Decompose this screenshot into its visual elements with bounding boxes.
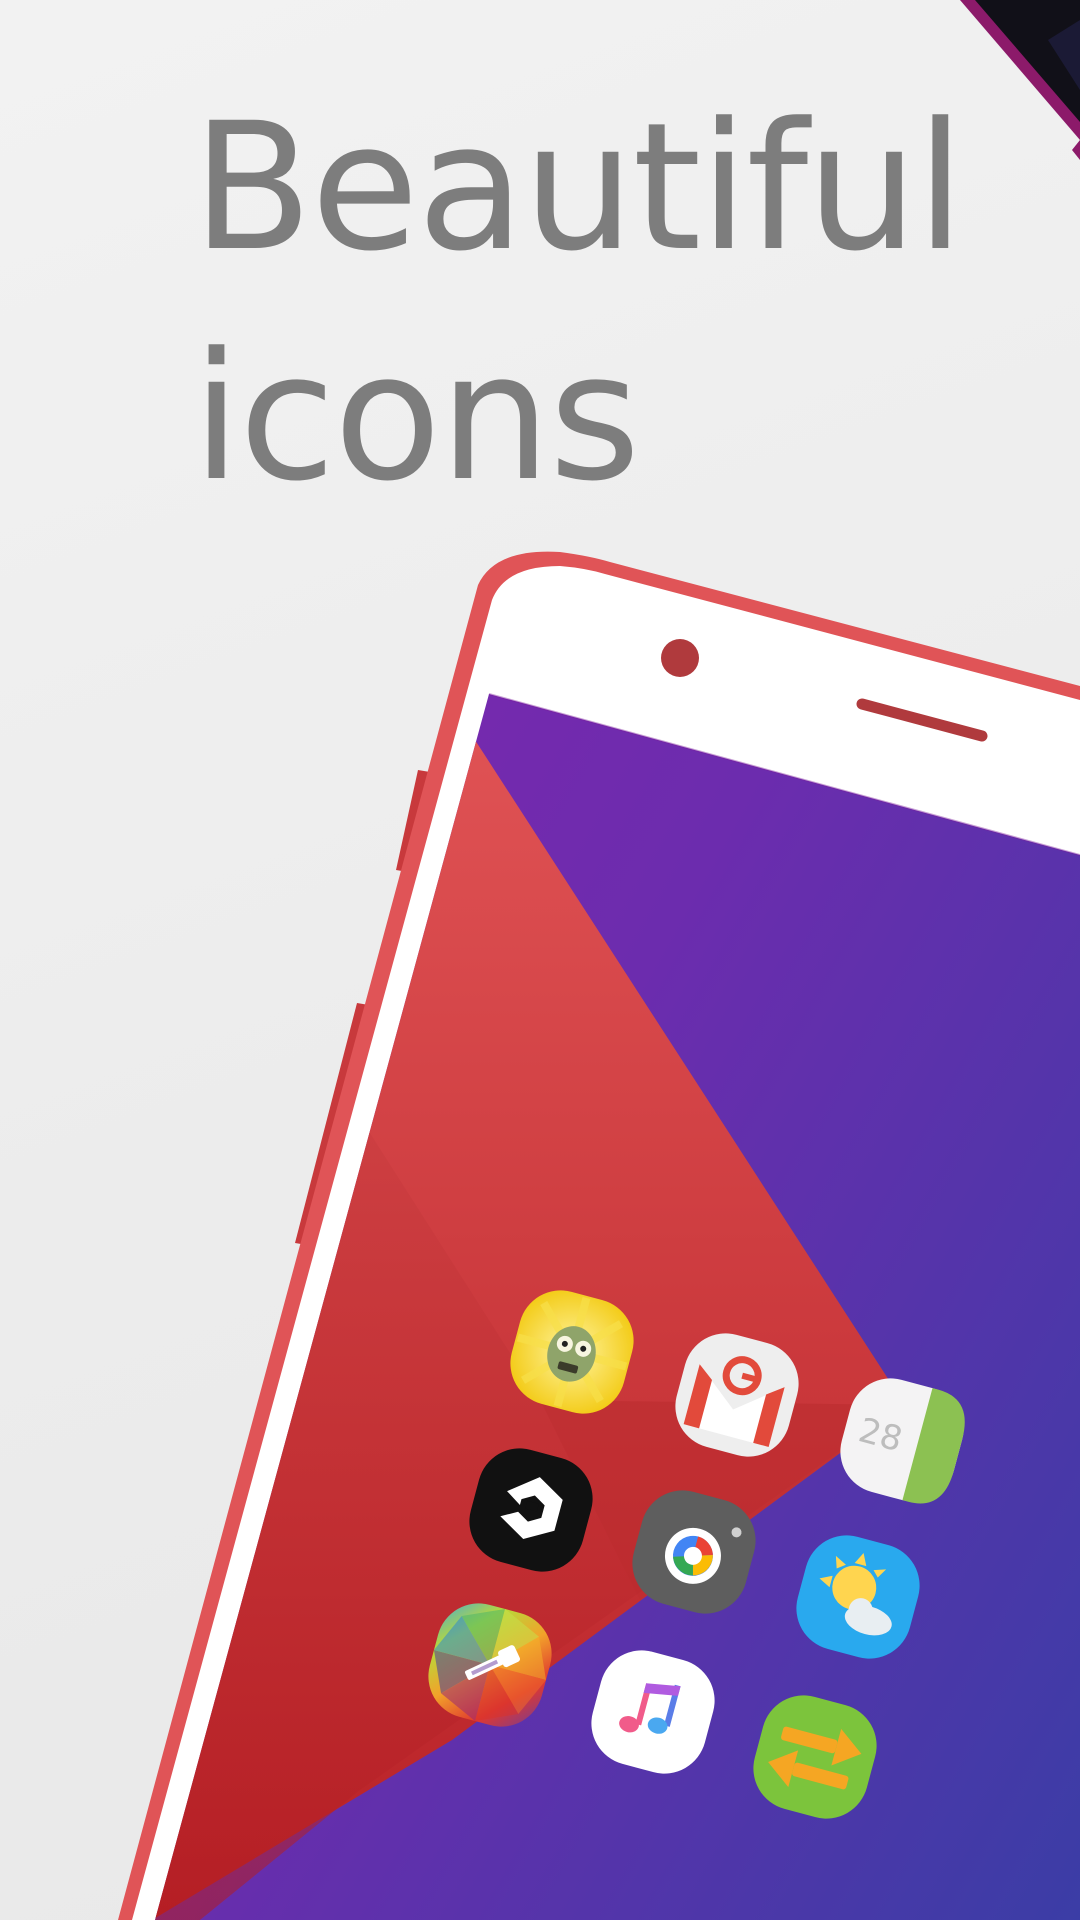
zombie-game-icon[interactable] [501,1281,643,1423]
promo-screen: Beautiful icons 28 [0,0,1080,1920]
calendar-icon[interactable]: 28 [831,1369,973,1511]
nine-gag-icon[interactable] [460,1439,602,1581]
transfer-icon[interactable] [744,1686,886,1828]
camera-icon[interactable] [623,1481,765,1623]
gmail-icon[interactable] [666,1324,808,1466]
app-icon-grid: 28 [419,1281,973,1828]
weather-icon[interactable] [787,1526,929,1668]
music-icon[interactable] [582,1641,724,1783]
color-picker-icon[interactable] [419,1594,561,1736]
